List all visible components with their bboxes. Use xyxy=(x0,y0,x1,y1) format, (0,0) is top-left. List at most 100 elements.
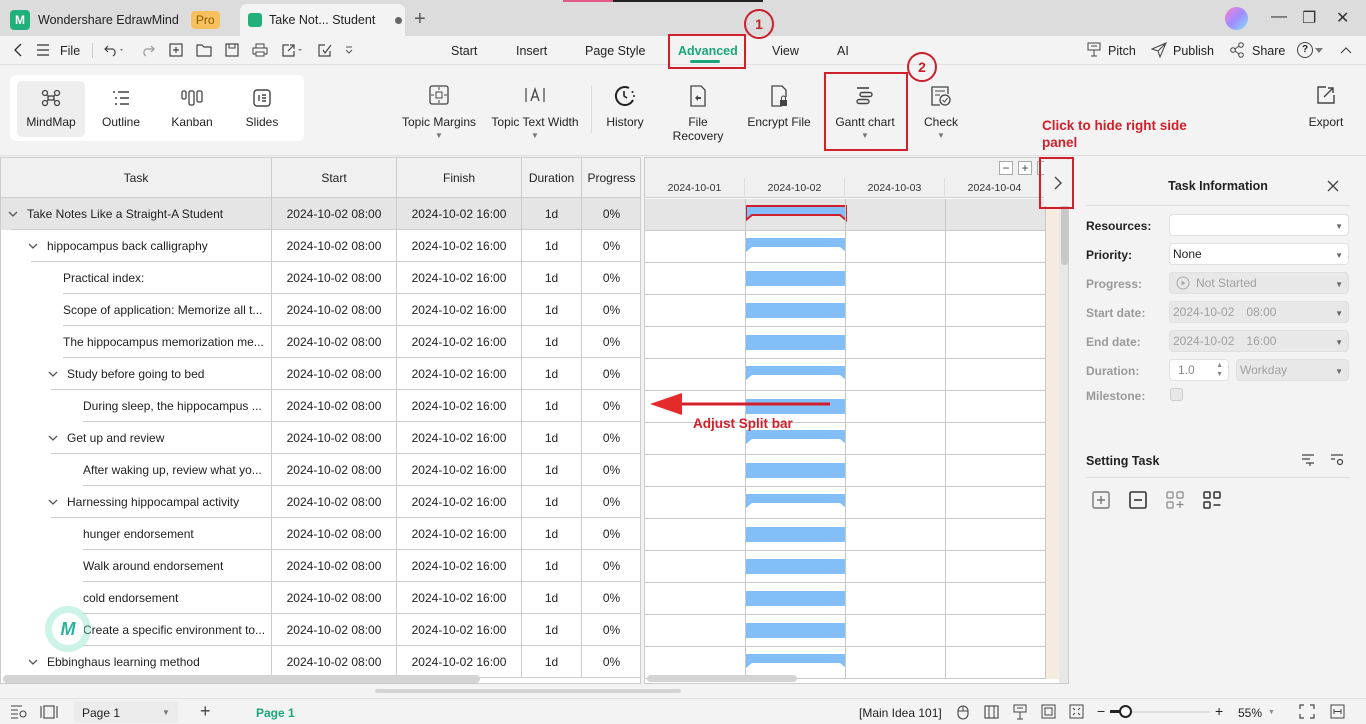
gantt-task-bar[interactable] xyxy=(745,461,847,483)
gantt-zoom-in-button[interactable]: + xyxy=(1018,161,1032,175)
progress-dropdown[interactable]: Not Started ▼ xyxy=(1169,272,1349,294)
finish-cell[interactable]: 2024-10-02 16:00 xyxy=(397,294,522,326)
gantt-task-bar[interactable] xyxy=(745,301,847,323)
task-cell[interactable]: hippocampus back calligraphy xyxy=(31,230,272,262)
progress-cell[interactable]: 0% xyxy=(582,582,640,614)
duration-cell[interactable]: 1d xyxy=(522,326,582,358)
finish-cell[interactable]: 2024-10-02 16:00 xyxy=(397,198,522,230)
task-cell[interactable]: Study before going to bed xyxy=(51,358,272,390)
start-cell[interactable]: 2024-10-02 08:00 xyxy=(272,358,397,390)
milestone-checkbox[interactable] xyxy=(1170,388,1183,401)
duration-stepper[interactable]: 1.0 ▲ ▼ xyxy=(1169,359,1229,381)
gantt-task-bar[interactable] xyxy=(745,589,847,611)
unsaved-dot-icon[interactable] xyxy=(395,16,403,24)
publish-button[interactable]: Publish xyxy=(1173,44,1214,58)
stepper-arrows-icon[interactable]: ▲ ▼ xyxy=(1216,361,1223,379)
outline-location-icon[interactable] xyxy=(10,705,28,719)
table-row[interactable]: Ebbinghaus learning method 2024-10-02 08:… xyxy=(1,646,640,678)
duration-cell[interactable]: 1d xyxy=(522,646,582,678)
finish-cell[interactable]: 2024-10-02 16:00 xyxy=(397,326,522,358)
open-folder-icon[interactable] xyxy=(196,43,212,57)
gantt-summary-bar[interactable] xyxy=(745,429,847,451)
export-share-icon[interactable] xyxy=(281,43,305,57)
save-icon[interactable] xyxy=(225,43,239,57)
tab-ai[interactable]: AI xyxy=(837,44,849,58)
more-tools-icon[interactable] xyxy=(344,45,354,55)
progress-cell[interactable]: 0% xyxy=(582,646,640,678)
finish-cell[interactable]: 2024-10-02 16:00 xyxy=(397,358,522,390)
indent-icon[interactable] xyxy=(1301,454,1315,466)
resources-dropdown[interactable]: ▼ xyxy=(1169,214,1349,236)
table-row[interactable]: Create a specific environment to... 2024-… xyxy=(1,614,640,646)
start-cell[interactable]: 2024-10-02 08:00 xyxy=(272,390,397,422)
progress-cell[interactable]: 0% xyxy=(582,422,640,454)
page-select[interactable]: Page 1 ▼ xyxy=(74,701,178,723)
progress-cell[interactable]: 0% xyxy=(582,486,640,518)
user-avatar[interactable] xyxy=(1225,7,1248,30)
start-cell[interactable]: 2024-10-02 08:00 xyxy=(272,582,397,614)
page-view-icon[interactable] xyxy=(40,705,58,719)
finish-cell[interactable]: 2024-10-02 16:00 xyxy=(397,454,522,486)
duration-cell[interactable]: 1d xyxy=(522,230,582,262)
gantt-task-bar[interactable] xyxy=(745,525,847,547)
gantt-zoom-out-button[interactable]: − xyxy=(999,161,1013,175)
table-row[interactable]: The hippocampus memorization me... 2024-1… xyxy=(1,326,640,358)
gantt-task-bar[interactable] xyxy=(745,333,847,355)
duration-cell[interactable]: 1d xyxy=(522,582,582,614)
grid-horizontal-scrollbar[interactable] xyxy=(3,675,480,683)
export-button[interactable]: Export xyxy=(1305,85,1347,129)
progress-cell[interactable]: 0% xyxy=(582,454,640,486)
zoom-slider-thumb[interactable] xyxy=(1119,705,1132,718)
tab-start[interactable]: Start xyxy=(451,44,477,58)
finish-cell[interactable]: 2024-10-02 16:00 xyxy=(397,230,522,262)
ai-assistant-button[interactable]: M xyxy=(45,606,91,652)
pro-badge[interactable]: Pro xyxy=(190,11,220,29)
chevron-down-icon[interactable] xyxy=(47,432,59,444)
start-cell[interactable]: 2024-10-02 08:00 xyxy=(272,198,397,230)
column-header-duration[interactable]: Duration xyxy=(522,158,582,198)
back-icon[interactable] xyxy=(12,43,24,57)
chevron-down-icon[interactable] xyxy=(47,368,59,380)
task-settings-icon[interactable] xyxy=(1330,454,1344,467)
close-panel-icon[interactable] xyxy=(1327,180,1339,192)
task-cell[interactable]: Create a specific environment to... xyxy=(83,614,272,646)
task-cell[interactable]: Scope of application: Memorize all t... xyxy=(63,294,272,326)
gantt-summary-bar[interactable] xyxy=(745,365,847,387)
zoom-out-button[interactable]: − xyxy=(1097,703,1105,719)
chevron-down-icon[interactable] xyxy=(47,496,59,508)
task-cell[interactable]: After waking up, review what yo... xyxy=(83,454,272,486)
mindmap-view-button[interactable]: MindMap xyxy=(17,81,85,137)
check-button[interactable]: Check ▼ xyxy=(922,85,960,140)
finish-cell[interactable]: 2024-10-02 16:00 xyxy=(397,582,522,614)
finish-cell[interactable]: 2024-10-02 16:00 xyxy=(397,390,522,422)
progress-cell[interactable]: 0% xyxy=(582,550,640,582)
encrypt-file-button[interactable]: Encrypt File xyxy=(747,85,811,129)
duration-cell[interactable]: 1d xyxy=(522,390,582,422)
finish-cell[interactable]: 2024-10-02 16:00 xyxy=(397,550,522,582)
gantt-summary-bar[interactable] xyxy=(745,237,847,259)
gantt-summary-bar[interactable] xyxy=(745,653,847,675)
finish-cell[interactable]: 2024-10-02 16:00 xyxy=(397,614,522,646)
column-header-task[interactable]: Task xyxy=(1,158,272,198)
redo-icon[interactable] xyxy=(141,43,155,57)
tab-insert[interactable]: Insert xyxy=(516,44,547,58)
column-header-finish[interactable]: Finish xyxy=(397,158,522,198)
minimize-button[interactable]: — xyxy=(1271,8,1287,26)
gantt-summary-bar[interactable] xyxy=(745,205,847,227)
tab-page-style[interactable]: Page Style xyxy=(585,44,645,58)
outline-view-button[interactable]: Outline xyxy=(87,81,155,137)
task-check-icon[interactable] xyxy=(317,43,333,57)
table-row[interactable]: Harnessing hippocampal activity 2024-10-0… xyxy=(1,486,640,518)
fit-page-icon[interactable] xyxy=(1041,704,1056,719)
progress-cell[interactable]: 0% xyxy=(582,326,640,358)
progress-cell[interactable]: 0% xyxy=(582,230,640,262)
table-row[interactable]: hippocampus back calligraphy 2024-10-02 0… xyxy=(1,230,640,262)
zoom-in-button[interactable]: + xyxy=(1215,703,1223,719)
gantt-task-bar[interactable] xyxy=(745,621,847,643)
book-view-icon[interactable] xyxy=(984,705,999,719)
file-recovery-button[interactable]: File Recovery xyxy=(663,85,733,143)
help-dropdown-icon[interactable] xyxy=(1315,48,1323,54)
duration-cell[interactable]: 1d xyxy=(522,614,582,646)
page-horizontal-scrollbar[interactable] xyxy=(375,689,681,693)
table-row[interactable]: Walk around endorsement 2024-10-02 08:00 2… xyxy=(1,550,640,582)
